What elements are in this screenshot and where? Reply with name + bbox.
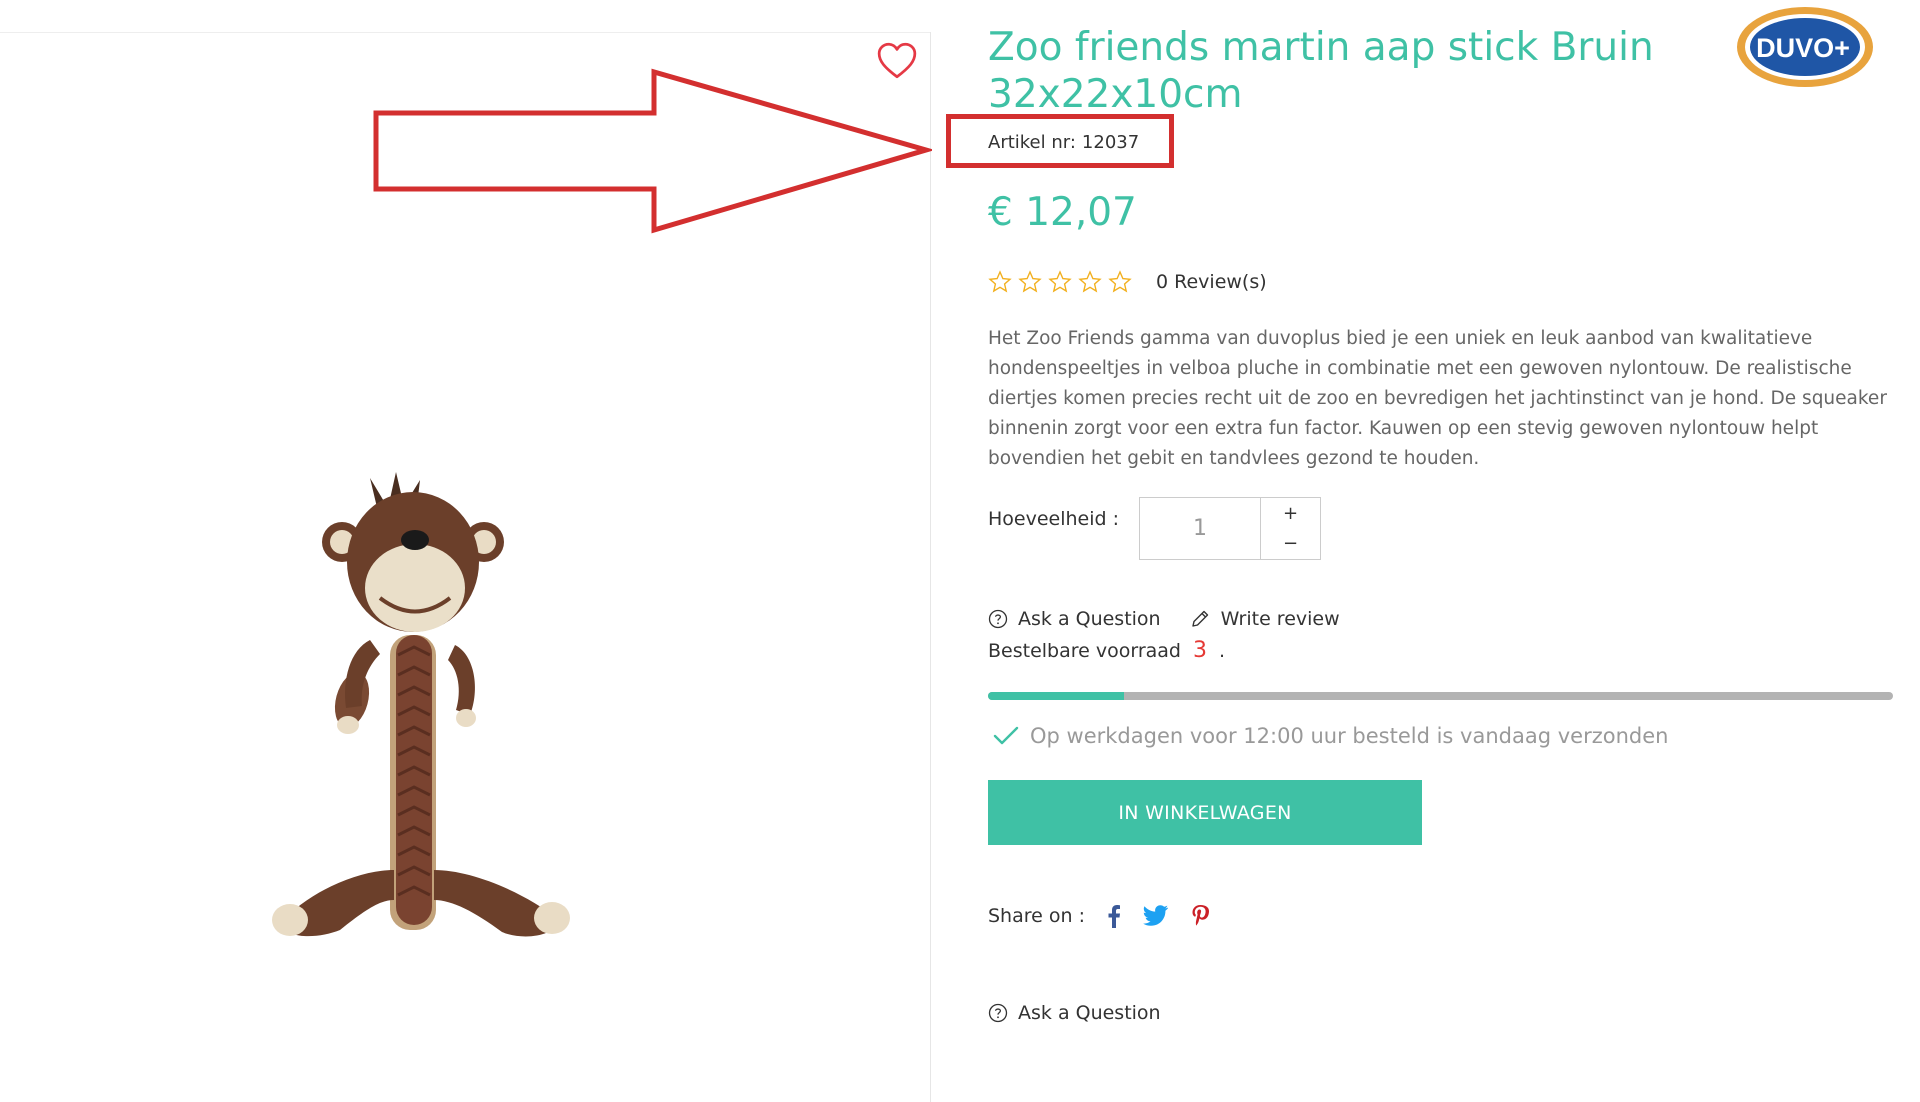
- quantity-decrease-button[interactable]: −: [1261, 529, 1320, 560]
- quantity-stepper: + −: [1139, 497, 1321, 560]
- stock-info: Bestelbare voorraad 3.: [988, 638, 1225, 663]
- article-number-value: 12037: [1081, 132, 1140, 153]
- ask-question-link[interactable]: Ask a Question: [988, 608, 1161, 630]
- ask-question-bottom-label: Ask a Question: [1018, 1002, 1161, 1024]
- pinterest-icon[interactable]: [1191, 904, 1209, 928]
- pencil-icon: [1191, 610, 1208, 627]
- stock-progress-bar: [988, 692, 1893, 700]
- share-label: Share on :: [988, 905, 1085, 927]
- stock-suffix: .: [1219, 640, 1226, 662]
- write-review-label: Write review: [1220, 608, 1340, 630]
- brand-logo-text: DUVO+: [1756, 33, 1850, 63]
- brand-logo[interactable]: DUVO+: [1734, 4, 1876, 90]
- ask-question-label: Ask a Question: [1018, 608, 1161, 630]
- quantity-input[interactable]: [1140, 498, 1261, 559]
- stock-label: Bestelbare voorraad: [988, 640, 1181, 662]
- article-number-label: Artikel nr:: [988, 132, 1076, 153]
- product-description: Het Zoo Friends gamma van duvoplus bied …: [988, 328, 1887, 469]
- product-image-monkey: [272, 472, 570, 937]
- rating-row: 0 Review(s): [988, 270, 1267, 294]
- star-icon[interactable]: [1018, 270, 1042, 294]
- product-actions: Ask a Question Write review: [988, 608, 1340, 630]
- stock-progress-fill: [988, 692, 1124, 700]
- review-count-link[interactable]: 0 Review(s): [1156, 271, 1267, 293]
- delivery-note: Op werkdagen voor 12:00 uur besteld is v…: [992, 724, 1668, 748]
- checkmark-icon: [993, 726, 1019, 745]
- article-number: Artikel nr: 12037: [988, 132, 1139, 153]
- add-to-cart-button[interactable]: IN WINKELWAGEN: [988, 780, 1422, 845]
- delivery-text: Op werkdagen voor 12:00 uur besteld is v…: [1030, 724, 1669, 748]
- question-circle-icon: [988, 1003, 1008, 1023]
- star-icon[interactable]: [1108, 270, 1132, 294]
- quantity-label: Hoeveelheid :: [988, 508, 1120, 530]
- quantity-increase-button[interactable]: +: [1261, 498, 1320, 529]
- annotation-arrow: [373, 68, 932, 234]
- product-price: € 12,07: [988, 190, 1137, 235]
- facebook-icon[interactable]: [1107, 904, 1121, 928]
- twitter-icon[interactable]: [1142, 905, 1169, 927]
- question-circle-icon: [988, 609, 1008, 629]
- top-border-line: [0, 32, 930, 33]
- product-title: Zoo friends martin aap stick Bruin 32x22…: [988, 25, 1654, 117]
- quantity-step-buttons: + −: [1261, 498, 1320, 559]
- star-icon[interactable]: [988, 270, 1012, 294]
- write-review-link[interactable]: Write review: [1189, 608, 1340, 630]
- ask-question-bottom-link[interactable]: Ask a Question: [988, 1002, 1161, 1024]
- star-icon[interactable]: [1078, 270, 1102, 294]
- share-row: Share on :: [988, 904, 1231, 928]
- star-rating[interactable]: [988, 270, 1132, 294]
- star-icon[interactable]: [1048, 270, 1072, 294]
- stock-count: 3: [1193, 638, 1207, 663]
